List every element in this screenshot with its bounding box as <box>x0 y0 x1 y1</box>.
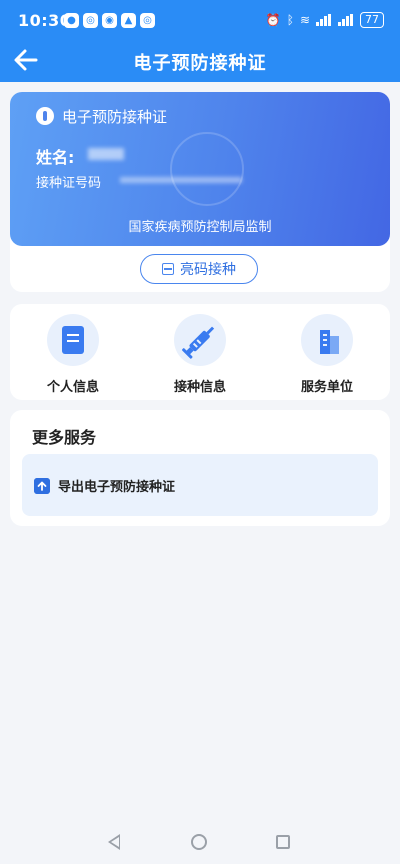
emblem-watermark <box>170 132 244 206</box>
certificate-number-label: 接种证号码 <box>36 176 102 191</box>
quick-actions: 个人信息 接种信息 服务单位 <box>10 304 390 400</box>
supervision-text: 国家疾病预防控制局监制 <box>128 220 272 235</box>
app-icon: ● <box>64 13 79 28</box>
notification-icons: ● ◎ ◉ ▲ ◎ <box>64 13 155 28</box>
name-label: 姓名: <box>36 148 75 167</box>
page-title: 电子预防接种证 <box>133 53 267 74</box>
top-bar: 10:30 ● ◎ ◉ ▲ ◎ ⏰ ᛒ ≋ 77 电子预防接种证 <box>0 0 400 82</box>
personal-info-icon-circle <box>47 314 99 366</box>
upload-icon <box>34 478 50 494</box>
wifi-icon: ≋ <box>299 13 310 27</box>
certificate-section: 电子预防接种证 姓名: 接种证号码 国家疾病预防控制局监制 亮码接种 <box>10 92 390 292</box>
service-unit-icon-circle <box>301 314 353 366</box>
system-icons: ⏰ ᛒ ≋ 77 <box>266 12 384 28</box>
show-code-button[interactable]: 亮码接种 <box>140 254 258 284</box>
nav-back-icon-inner <box>111 837 119 847</box>
vaccination-info-icon-circle <box>174 314 226 366</box>
syringe-icon <box>182 326 215 359</box>
more-services-title: 更多服务 <box>32 428 97 447</box>
personal-info-label: 个人信息 <box>46 380 99 395</box>
app-icon: ▲ <box>121 13 136 28</box>
nav-home-icon[interactable] <box>191 834 207 850</box>
signal-icon <box>338 14 354 26</box>
certificate-number-redacted <box>120 177 242 183</box>
document-icon <box>62 326 84 354</box>
export-certificate-item[interactable]: 导出电子预防接种证 <box>22 454 378 516</box>
building-icon <box>320 330 339 354</box>
certificate-logo-icon <box>36 107 54 125</box>
app-icon: ◎ <box>140 13 155 28</box>
name-value-redacted <box>88 148 124 160</box>
bluetooth-icon: ᛒ <box>286 13 294 27</box>
battery-icon: 77 <box>360 12 384 28</box>
certificate-card[interactable]: 电子预防接种证 姓名: 接种证号码 国家疾病预防控制局监制 <box>10 92 390 246</box>
app-icon: ◎ <box>83 13 98 28</box>
vaccination-info-label: 接种信息 <box>173 380 226 395</box>
system-navigation-bar <box>0 822 400 864</box>
export-certificate-label: 导出电子预防接种证 <box>58 480 176 495</box>
personal-info-button[interactable]: 个人信息 <box>28 314 118 395</box>
nav-recents-icon[interactable] <box>276 835 290 849</box>
service-unit-button[interactable]: 服务单位 <box>282 314 372 395</box>
app-header: 电子预防接种证 <box>0 42 400 82</box>
alarm-icon: ⏰ <box>265 13 281 27</box>
certificate-title: 电子预防接种证 <box>62 108 168 126</box>
app-icon: ◉ <box>102 13 117 28</box>
signal-icon <box>316 14 332 26</box>
service-unit-label: 服务单位 <box>300 380 353 395</box>
show-code-label: 亮码接种 <box>180 262 236 278</box>
scan-icon <box>162 263 174 275</box>
vaccination-info-button[interactable]: 接种信息 <box>155 314 245 395</box>
status-bar: 10:30 ● ◎ ◉ ▲ ◎ ⏰ ᛒ ≋ 77 <box>0 0 400 42</box>
more-services-section: 更多服务 导出电子预防接种证 <box>10 410 390 526</box>
